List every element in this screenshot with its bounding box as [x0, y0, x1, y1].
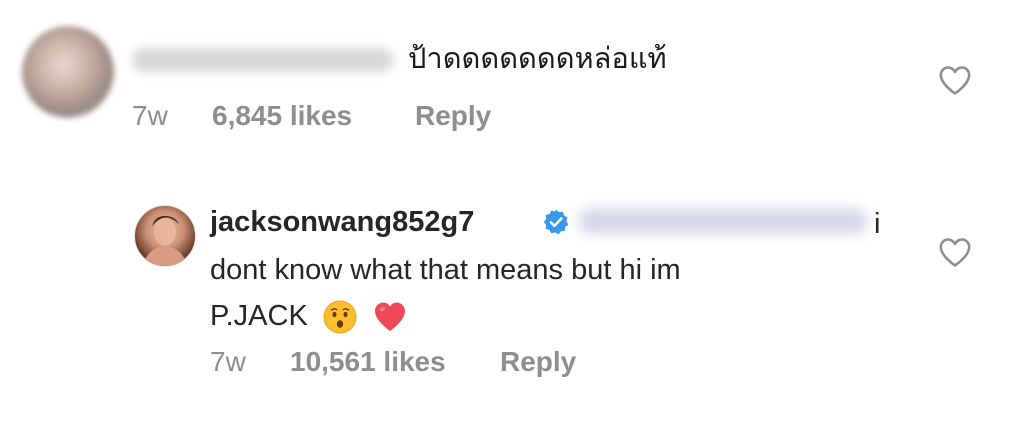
likes-count[interactable]: 6,845 likes — [212, 98, 352, 134]
comment-text-segment: P.JACK — [210, 300, 308, 332]
username-redacted[interactable] — [132, 48, 394, 72]
avatar[interactable] — [134, 205, 196, 267]
username[interactable]: jacksonwang852g7 — [210, 204, 474, 240]
likes-count[interactable]: 10,561 likes — [290, 344, 446, 380]
comment-text-line: dont know what that means but hi im — [210, 254, 681, 286]
verified-badge-icon — [543, 209, 569, 235]
comment-timestamp: 7w — [210, 346, 246, 377]
hushed-face-emoji — [323, 300, 357, 334]
reply-button[interactable]: Reply — [415, 98, 491, 134]
comment-text: ป้าดดดดดดดหล่อแท้ — [408, 41, 667, 75]
comment-text-line: P.JACK — [210, 296, 408, 336]
comment-text-line: i — [874, 208, 881, 240]
heart-outline-icon[interactable] — [938, 236, 972, 268]
heart-outline-icon[interactable] — [938, 64, 972, 96]
avatar[interactable] — [22, 26, 114, 118]
red-heart-emoji — [374, 302, 405, 332]
avatar-portrait-icon — [143, 216, 187, 266]
comment-timestamp: 7w — [132, 100, 168, 131]
mention-redacted[interactable] — [578, 208, 868, 234]
reply-button[interactable]: Reply — [500, 344, 576, 380]
